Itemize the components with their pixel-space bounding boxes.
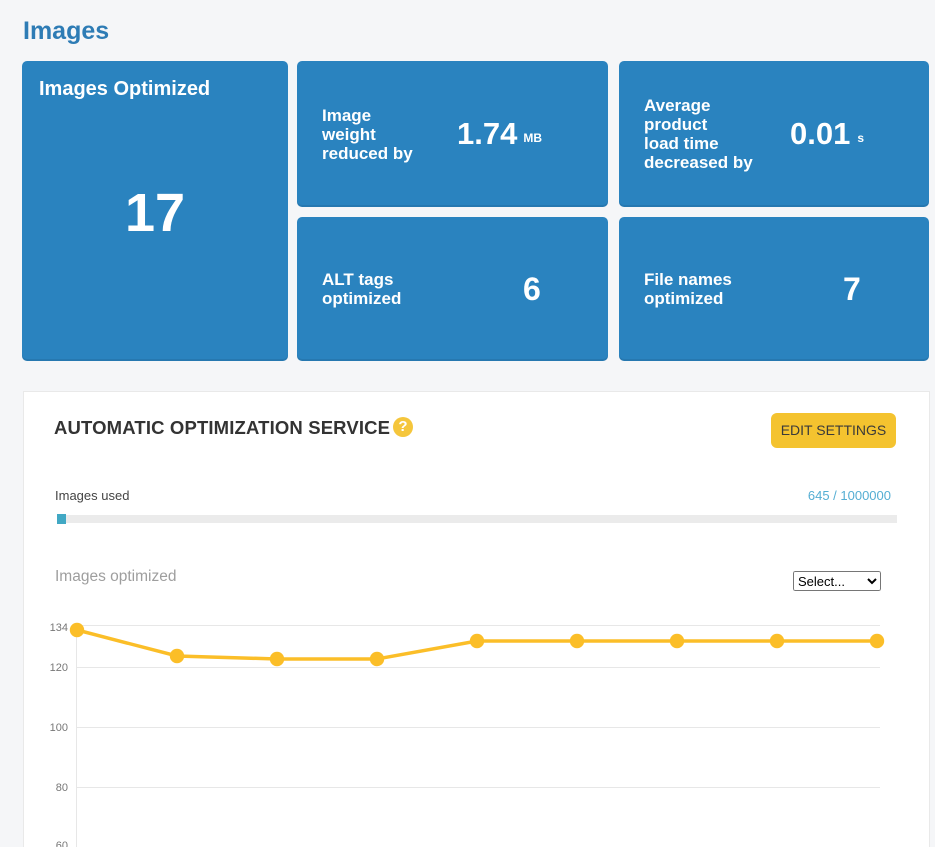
svg-text:80: 80 <box>56 782 68 794</box>
svg-text:120: 120 <box>50 662 68 674</box>
svg-text:60: 60 <box>56 840 68 847</box>
svg-text:134: 134 <box>50 622 68 634</box>
svg-text:100: 100 <box>50 722 68 734</box>
